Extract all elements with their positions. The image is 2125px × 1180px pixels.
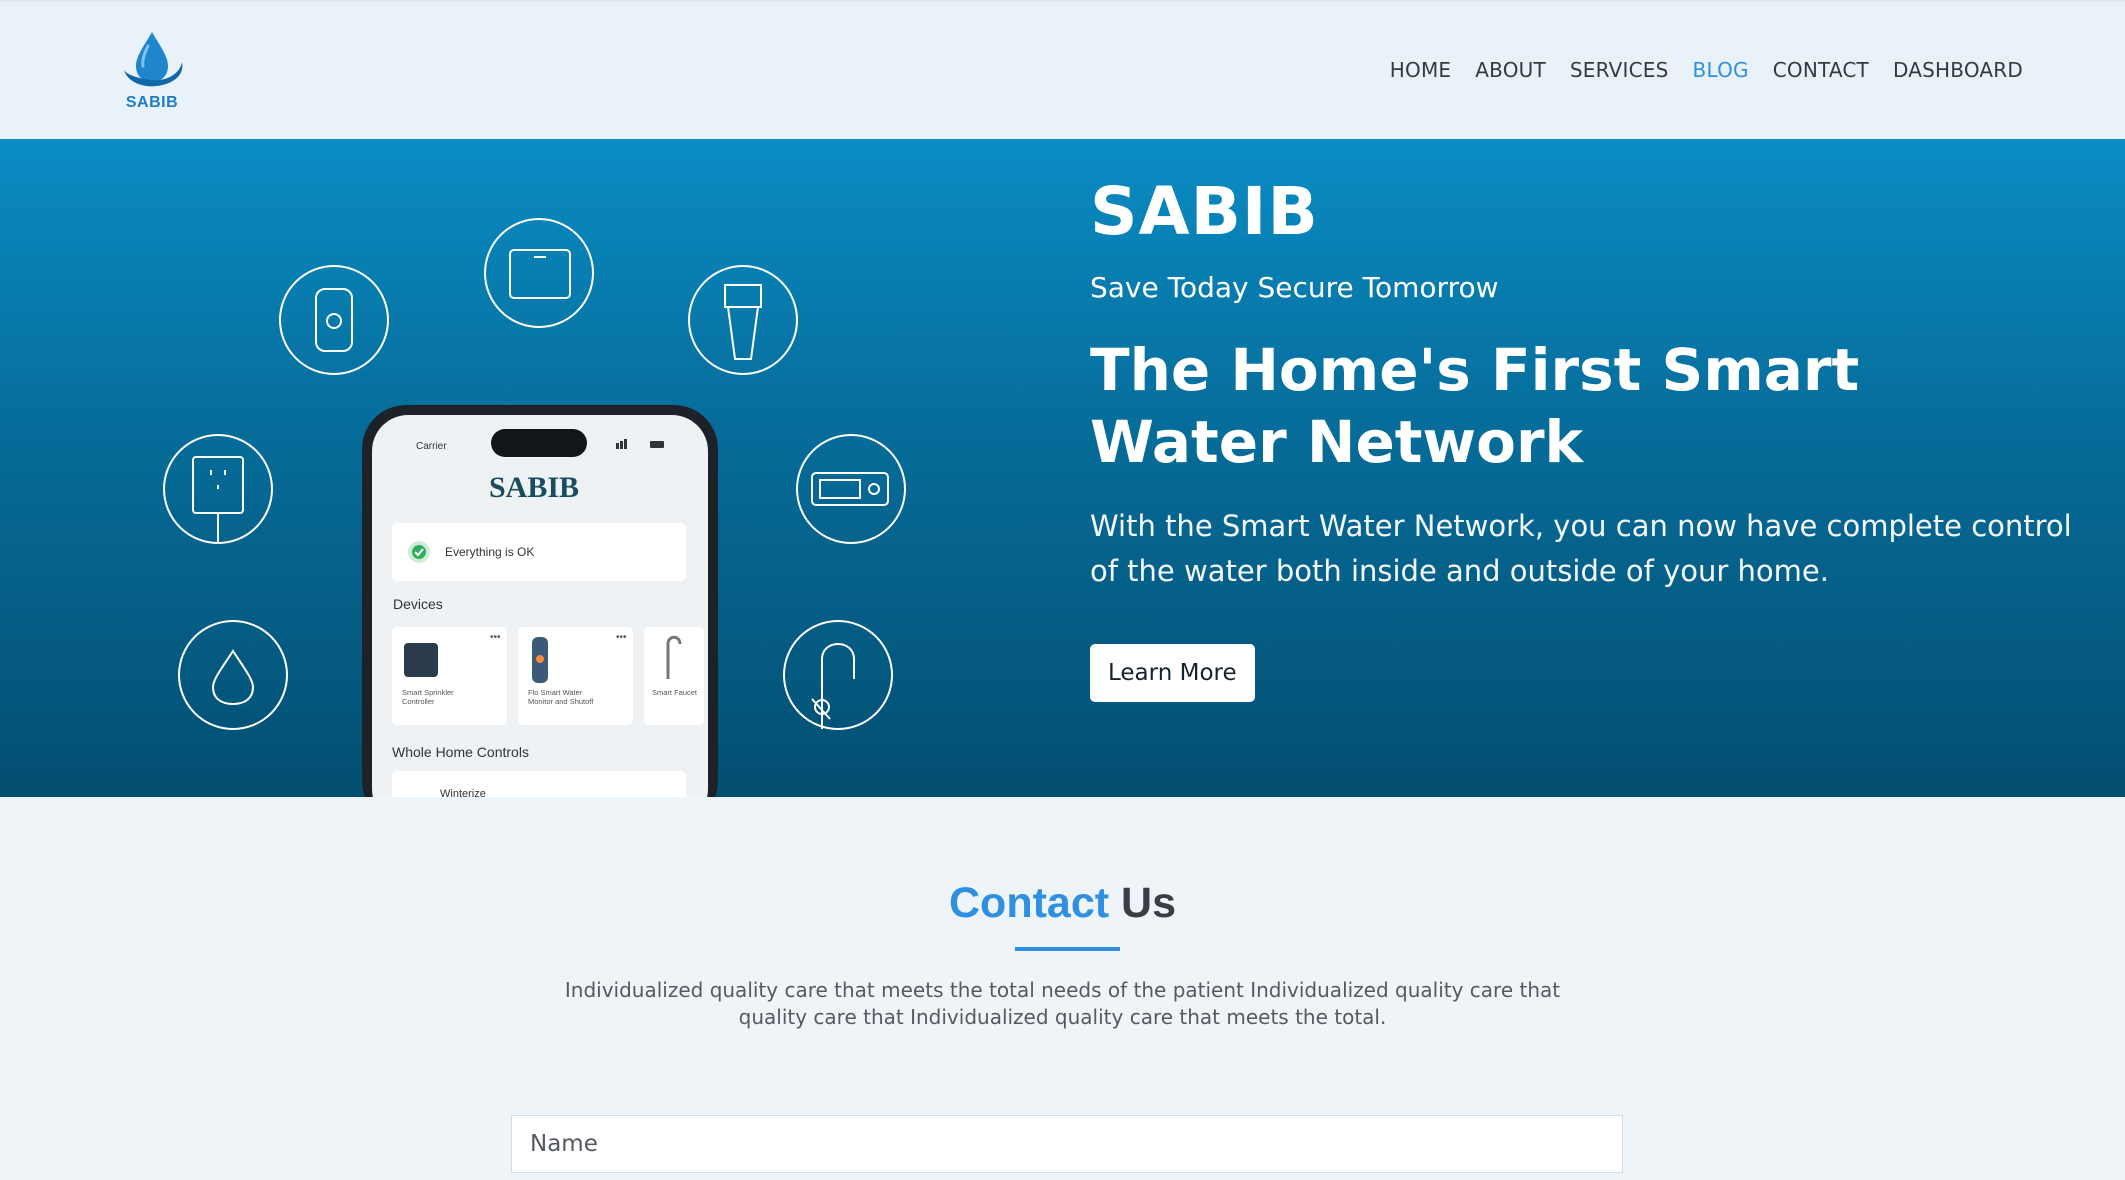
phone-app-title: SABIB bbox=[489, 471, 579, 504]
water-drop-icon bbox=[178, 620, 288, 730]
hero-tagline: Save Today Secure Tomorrow bbox=[1090, 271, 1499, 304]
hero-headline: The Home's First Smart Water Network bbox=[1090, 336, 1860, 476]
logo-text: SABIB bbox=[125, 94, 179, 111]
brand-logo[interactable]: SABIB bbox=[114, 30, 190, 114]
hero-illustration: Carrier SABIB Everything is OK Devices •… bbox=[163, 218, 906, 797]
learn-more-button[interactable]: Learn More bbox=[1090, 644, 1255, 702]
phone-devices-label: Devices bbox=[393, 596, 443, 612]
phone-controls-label: Whole Home Controls bbox=[392, 744, 529, 760]
svg-text:Smart Faucet: Smart Faucet bbox=[652, 688, 698, 697]
hero-description: With the Smart Water Network, you can no… bbox=[1090, 509, 2072, 588]
phone-carrier: Carrier bbox=[416, 441, 447, 452]
hero-section: Carrier SABIB Everything is OK Devices •… bbox=[0, 139, 2125, 797]
nav-dashboard[interactable]: DASHBOARD bbox=[1893, 58, 2023, 82]
meter-icon bbox=[796, 434, 906, 544]
main-nav: HOME ABOUT SERVICES BLOG CONTACT DASHBOA… bbox=[1366, 58, 2023, 82]
nav-contact[interactable]: CONTACT bbox=[1773, 58, 1869, 82]
nav-services[interactable]: SERVICES bbox=[1570, 58, 1669, 82]
svg-text:Smart Sprinkler: Smart Sprinkler bbox=[402, 688, 454, 697]
panel-icon bbox=[484, 218, 594, 328]
svg-text:Flo Smart Water: Flo Smart Water bbox=[528, 688, 583, 697]
svg-text:•••: ••• bbox=[616, 632, 627, 643]
water-drop-logo-icon bbox=[124, 32, 183, 87]
hero-copy: SABIB Save Today Secure Tomorrow The Hom… bbox=[1090, 179, 2090, 702]
shower-head-icon bbox=[688, 265, 798, 375]
hero-brand: SABIB bbox=[1090, 173, 1319, 250]
nav-blog[interactable]: BLOG bbox=[1693, 58, 1749, 82]
contact-title: Contact Us bbox=[0, 879, 2125, 928]
phone-status: Everything is OK bbox=[445, 545, 534, 559]
svg-text:Controller: Controller bbox=[402, 697, 435, 706]
contact-title-rest: Us bbox=[1121, 879, 1176, 927]
name-input[interactable] bbox=[511, 1115, 1623, 1173]
contact-title-highlight: Contact bbox=[949, 879, 1110, 927]
contact-description: Individualized quality care that meets t… bbox=[564, 978, 1561, 1029]
phone-mockup: Carrier SABIB Everything is OK Devices •… bbox=[362, 405, 718, 797]
phone-control-item: Winterize bbox=[440, 788, 486, 797]
contact-section: Contact Us Individualized quality care t… bbox=[0, 797, 2125, 1180]
faucet-icon bbox=[783, 620, 893, 730]
nav-about[interactable]: ABOUT bbox=[1475, 58, 1546, 82]
title-underline bbox=[1015, 947, 1120, 951]
outlet-icon bbox=[163, 434, 273, 544]
nav-home[interactable]: HOME bbox=[1390, 58, 1451, 82]
sensor-icon bbox=[279, 265, 389, 375]
svg-text:•••: ••• bbox=[490, 632, 501, 643]
top-navbar: SABIB HOME ABOUT SERVICES BLOG CONTACT D… bbox=[0, 0, 2125, 139]
svg-text:Monitor and Shutoff: Monitor and Shutoff bbox=[528, 697, 594, 706]
